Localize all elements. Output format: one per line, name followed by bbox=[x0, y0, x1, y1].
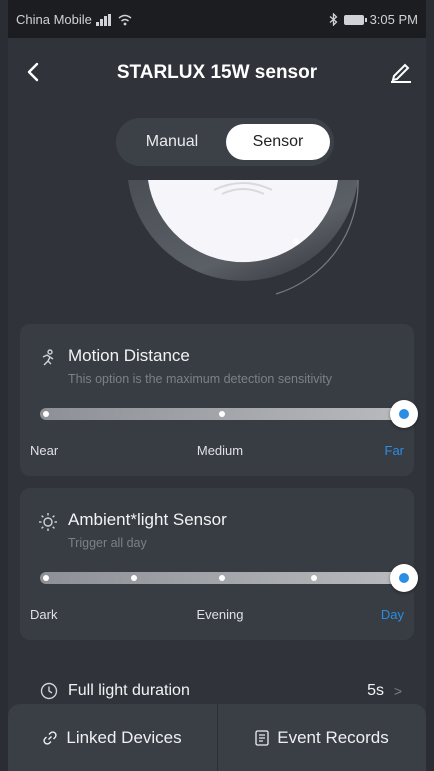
ambient-light-subtitle: Trigger all day bbox=[68, 536, 147, 550]
ambient-light-title: Ambient*light Sensor bbox=[68, 510, 227, 529]
header: STARLUX 15W sensor bbox=[8, 52, 426, 96]
motion-label-near: Near bbox=[30, 443, 59, 458]
status-bar: China Mobile 3:05 PM bbox=[8, 0, 426, 38]
clock-icon bbox=[40, 682, 58, 700]
slider-stop bbox=[131, 575, 137, 581]
wifi-icon bbox=[118, 14, 132, 25]
sun-icon bbox=[39, 513, 57, 531]
battery-icon bbox=[343, 14, 367, 25]
event-records-label: Event Records bbox=[277, 727, 389, 747]
motion-run-icon bbox=[42, 349, 54, 366]
event-records-button[interactable]: Event Records bbox=[218, 704, 426, 771]
motion-slider-thumb[interactable] bbox=[390, 400, 418, 428]
slider-stop bbox=[43, 575, 49, 581]
app-screen: China Mobile 3:05 PM STARLUX 15W sensor … bbox=[8, 0, 426, 771]
mode-sensor-button[interactable]: Sensor bbox=[226, 124, 330, 160]
ambient-label-evening: Evening bbox=[196, 607, 244, 622]
status-left: China Mobile bbox=[16, 12, 132, 27]
ambient-slider-thumb[interactable] bbox=[390, 564, 418, 592]
document-icon bbox=[255, 729, 269, 746]
motion-distance-subtitle: This option is the maximum detection sen… bbox=[68, 372, 332, 386]
ambient-light-card: Ambient*light Sensor Trigger all day Dar… bbox=[20, 488, 418, 640]
linked-devices-label: Linked Devices bbox=[66, 727, 182, 747]
motion-distance-title: Motion Distance bbox=[68, 346, 190, 365]
status-right: 3:05 PM bbox=[329, 12, 418, 27]
slider-stop bbox=[219, 411, 225, 417]
link-icon bbox=[43, 730, 57, 745]
ambient-light-slider[interactable] bbox=[40, 564, 418, 592]
bottom-action-bar: Linked Devices Event Records bbox=[8, 704, 426, 771]
motion-label-medium: Medium bbox=[196, 443, 244, 458]
linked-devices-button[interactable]: Linked Devices bbox=[8, 704, 216, 771]
slider-stop bbox=[219, 575, 225, 581]
duration-value: 5s bbox=[367, 682, 384, 699]
ambient-label-day: Day bbox=[380, 607, 404, 622]
signal-icon bbox=[95, 13, 111, 26]
chevron-right-icon: > bbox=[393, 683, 402, 699]
sensor-lamp-graphic bbox=[128, 179, 359, 295]
motion-distance-slider[interactable] bbox=[40, 400, 418, 428]
slider-stop bbox=[311, 575, 317, 581]
slider-stop bbox=[43, 411, 49, 417]
mode-toggle: Manual Sensor bbox=[116, 118, 334, 166]
duration-label: Full light duration bbox=[68, 682, 190, 699]
page-title: STARLUX 15W sensor bbox=[116, 62, 318, 83]
mode-manual-button[interactable]: Manual bbox=[122, 124, 222, 160]
bluetooth-icon bbox=[329, 13, 338, 26]
edit-pencil-icon[interactable] bbox=[388, 58, 414, 84]
ambient-label-dark: Dark bbox=[30, 607, 58, 622]
carrier-label: China Mobile bbox=[16, 12, 92, 27]
clock-time: 3:05 PM bbox=[369, 12, 418, 27]
motion-distance-card: Motion Distance This option is the maxim… bbox=[20, 324, 418, 476]
motion-label-far: Far bbox=[384, 443, 405, 458]
